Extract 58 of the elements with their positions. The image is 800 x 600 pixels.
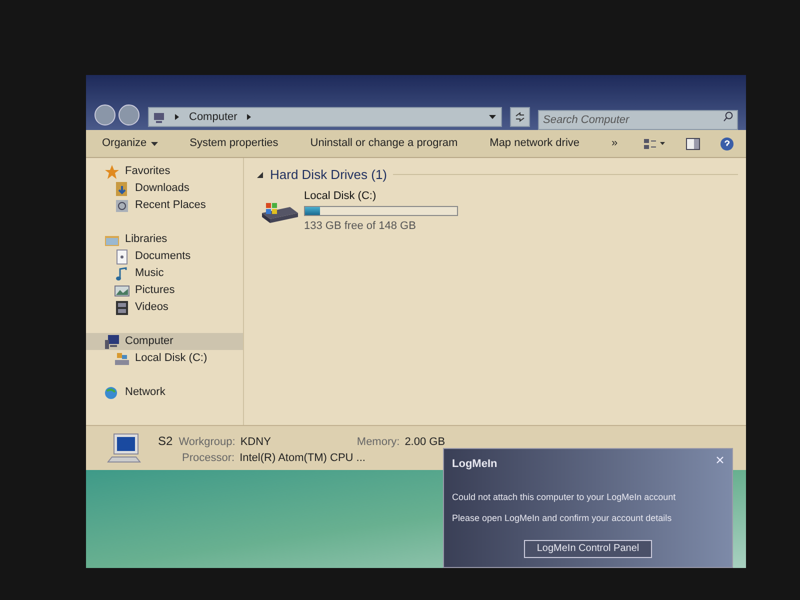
- music-note-icon: [114, 266, 130, 282]
- address-bar[interactable]: Computer: [148, 107, 502, 127]
- drive-icon: [114, 350, 130, 366]
- film-icon: [114, 300, 130, 316]
- field-label: Processor:: [182, 451, 235, 466]
- control-panel-button[interactable]: LogMeIn Control Panel: [524, 540, 652, 558]
- group-header[interactable]: Hard Disk Drives (1): [270, 165, 388, 184]
- nav-item[interactable]: Recent Places: [86, 197, 243, 214]
- document-icon: [114, 248, 130, 264]
- collapse-triangle-icon[interactable]: [256, 170, 264, 179]
- star-icon: [104, 164, 120, 180]
- message-text: Please open LogMeIn and confirm your account details: [452, 512, 673, 525]
- field-value: KDNY: [240, 434, 271, 450]
- nav-item[interactable]: Computer: [86, 333, 243, 350]
- view-icon[interactable]: [644, 138, 666, 150]
- toolbar-button[interactable]: Map network drive: [486, 135, 584, 152]
- field-label: Memory:: [356, 434, 400, 450]
- computer-name: S2: [158, 432, 173, 450]
- nav-item[interactable]: Music: [86, 265, 243, 282]
- chevron-icon: [245, 113, 254, 121]
- chevron-icon: [173, 113, 181, 121]
- field-label: Workgroup:: [178, 434, 236, 450]
- nav-item[interactable]: Local Disk (C:): [86, 350, 243, 367]
- message-text: Could not attach this computer to your LogMeIn account: [452, 490, 677, 504]
- computer-icon: [104, 334, 120, 350]
- nav-item[interactable]: Videos: [86, 299, 243, 316]
- nav-item[interactable]: Favorites: [86, 163, 243, 180]
- dropdown-arrow-icon: [488, 113, 497, 121]
- close-icon[interactable]: [716, 456, 724, 464]
- nav-item[interactable]: Pictures: [86, 282, 243, 299]
- back-button[interactable]: [94, 104, 116, 126]
- refresh-icon: [514, 111, 526, 123]
- search-field[interactable]: Search Computer: [538, 110, 738, 130]
- toolbar-button[interactable]: System properties: [186, 135, 282, 152]
- forward-button[interactable]: [118, 104, 140, 126]
- caret-icon: [150, 140, 158, 146]
- free-space-text: 133 GB free of 148 GB: [304, 219, 417, 234]
- nav-item[interactable]: Libraries: [86, 231, 243, 248]
- search-icon: [723, 111, 734, 122]
- toolbar-button[interactable]: »: [608, 135, 622, 152]
- field-value: 2.00 GB: [404, 434, 446, 450]
- nav-item[interactable]: Documents: [86, 248, 243, 265]
- refresh-button[interactable]: [510, 107, 530, 127]
- preview-pane-icon[interactable]: [686, 138, 700, 150]
- help-icon[interactable]: [720, 136, 734, 150]
- computer-icon: [106, 432, 142, 464]
- field-value: Intel(R) Atom(TM) CPU ...: [240, 451, 366, 466]
- nav-item[interactable]: Downloads: [86, 180, 243, 197]
- globe-icon: [104, 384, 120, 400]
- download-folder-icon: [114, 180, 130, 196]
- organize-menu-button[interactable]: Organize: [98, 135, 162, 152]
- popup-title: LogMeIn: [452, 457, 498, 472]
- picture-icon: [114, 282, 130, 298]
- drive-name[interactable]: Local Disk (C:): [304, 188, 458, 204]
- breadcrumb[interactable]: Computer: [189, 108, 238, 126]
- nav-item[interactable]: Network: [86, 384, 243, 401]
- computer-icon: [153, 111, 165, 123]
- toolbar-button[interactable]: Uninstall or change a program: [306, 135, 462, 152]
